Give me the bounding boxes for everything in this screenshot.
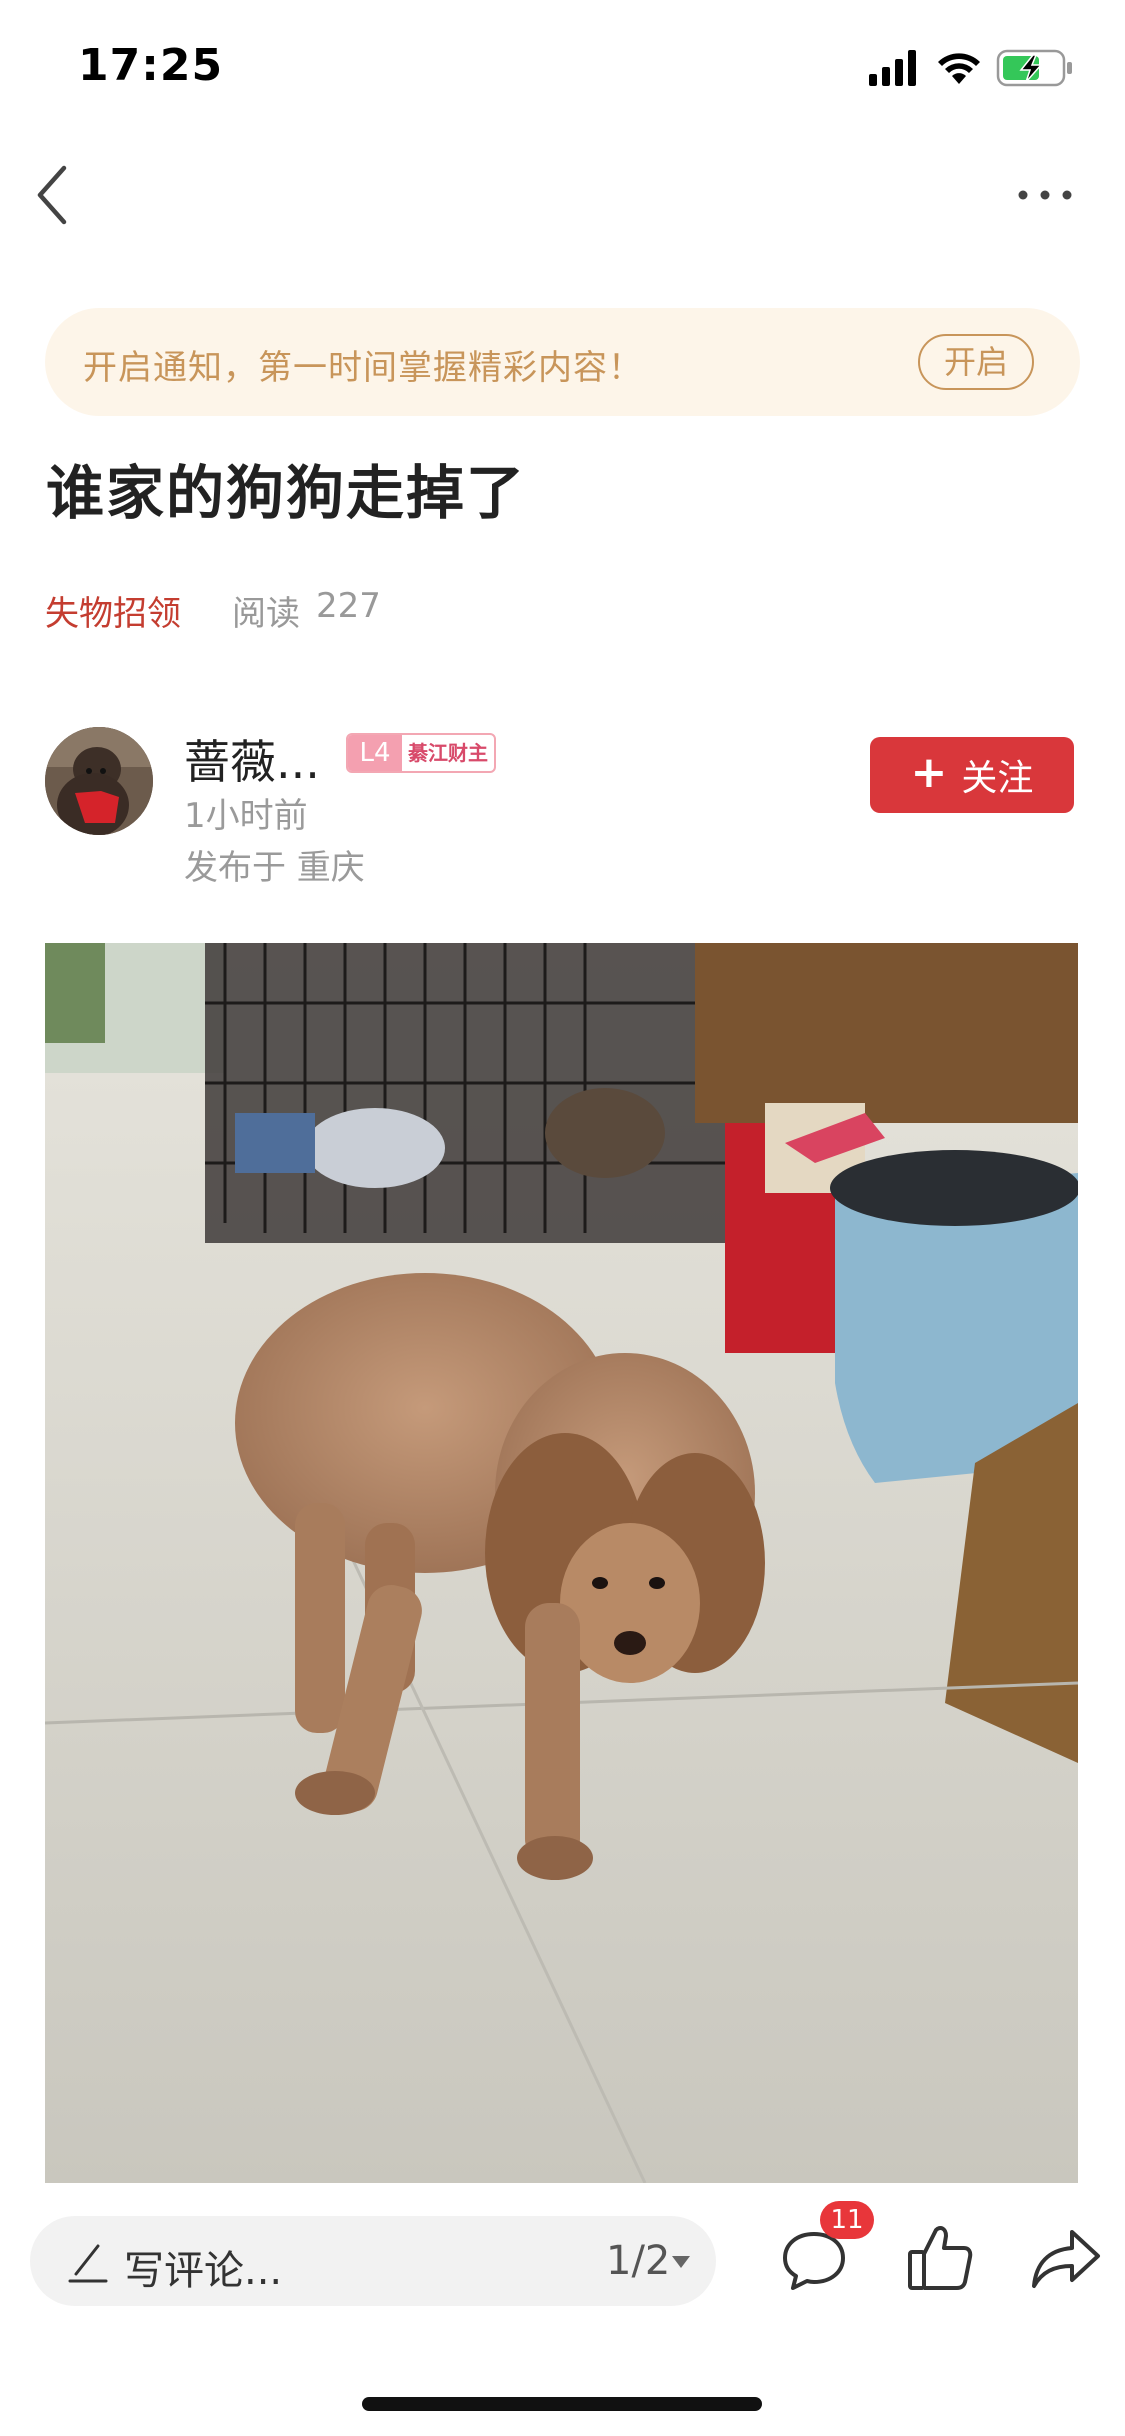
author-name[interactable]: 蔷薇... xyxy=(184,726,320,792)
read-label: 阅读 xyxy=(232,594,300,634)
notification-banner: 开启通知，第一时间掌握精彩内容！ 开启 xyxy=(45,308,1080,416)
enable-notification-button[interactable]: 开启 xyxy=(918,334,1034,390)
category-tag[interactable]: 失物招领 xyxy=(45,586,181,635)
share-icon xyxy=(1032,2230,1100,2288)
status-icons xyxy=(869,44,1079,90)
level-badge: L4 綦江财主 xyxy=(346,733,496,773)
comment-count-badge: 11 xyxy=(820,2201,874,2239)
caret-down-icon[interactable] xyxy=(672,2256,690,2268)
plus-icon: + xyxy=(910,747,948,798)
share-button[interactable] xyxy=(1030,2226,1102,2290)
post-time: 1小时前 xyxy=(184,796,308,836)
post-location: 发布于 重庆 xyxy=(184,848,365,888)
post-photo[interactable] xyxy=(45,943,1078,2183)
back-button[interactable] xyxy=(28,160,88,230)
level-title: 綦江财主 xyxy=(408,741,488,765)
notification-text: 开启通知，第一时间掌握精彩内容！ xyxy=(83,348,643,388)
signal-icon xyxy=(869,50,916,86)
level-label: L4 xyxy=(348,735,402,771)
read-count: 227 xyxy=(316,586,381,626)
like-button[interactable] xyxy=(906,2222,974,2294)
pen-icon xyxy=(68,2244,108,2283)
comment-placeholder: 写评论... xyxy=(124,2248,283,2294)
home-indicator xyxy=(362,2397,762,2411)
follow-button[interactable]: + 关注 xyxy=(870,737,1074,813)
post-title: 谁家的狗狗走掉了 xyxy=(46,459,527,527)
page-indicator[interactable]: 1/2 xyxy=(606,2238,670,2284)
wifi-icon xyxy=(938,53,980,84)
avatar[interactable] xyxy=(45,727,153,835)
chevron-left-icon xyxy=(37,165,67,225)
follow-label: 关注 xyxy=(961,758,1034,799)
battery-charging-icon xyxy=(996,49,1072,87)
more-button[interactable] xyxy=(1011,170,1081,220)
comment-input[interactable]: 写评论... 1/2 xyxy=(30,2216,716,2306)
status-time: 17:25 xyxy=(78,40,224,91)
like-icon xyxy=(908,2226,973,2290)
more-dots-icon xyxy=(1018,190,1072,200)
